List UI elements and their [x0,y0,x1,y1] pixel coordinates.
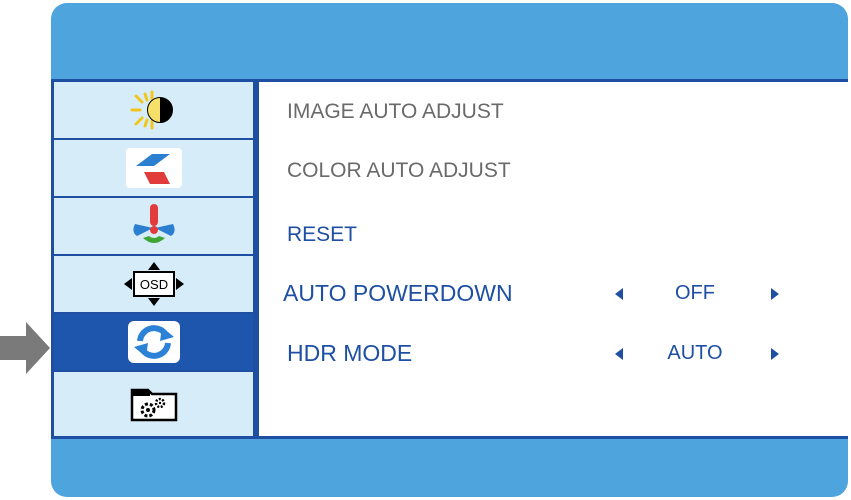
auto-powerdown-value: OFF [675,282,715,304]
auto-powerdown-left-arrow-icon[interactable] [615,288,623,300]
sidebar-item-image[interactable] [54,140,253,196]
menu-item-auto-powerdown[interactable]: AUTO POWERDOWN [283,280,513,307]
extra-reset-icon [126,319,182,365]
hdr-mode-right-arrow-icon[interactable] [771,348,779,360]
brightness-contrast-icon [126,90,182,130]
auto-powerdown-right-arrow-icon[interactable] [771,288,779,300]
selection-pointer-icon [0,322,50,374]
osd-setup-icon: OSD [122,260,186,308]
menu-item-reset[interactable]: RESET [287,223,357,247]
sidebar-item-extra[interactable] [54,314,253,370]
sidebar-item-color[interactable] [54,198,253,254]
misc-settings-icon [128,384,180,424]
osd-menu-window: OSD IMAGE AUTO ADJUST COLOR AUTO ADJUST … [51,3,848,497]
menu-item-image-auto-adjust[interactable]: IMAGE AUTO ADJUST [287,100,504,124]
hdr-mode-left-arrow-icon[interactable] [615,348,623,360]
osd-sidebar: OSD [51,79,256,439]
osd-content-panel: IMAGE AUTO ADJUST COLOR AUTO ADJUST RESE… [256,79,848,439]
menu-item-hdr-mode[interactable]: HDR MODE [287,340,412,367]
image-setup-icon [124,146,184,190]
sidebar-item-brightness[interactable] [54,82,253,138]
sidebar-item-misc[interactable] [54,372,253,436]
sidebar-item-osd[interactable]: OSD [54,256,253,312]
osd-icon-label: OSD [139,277,167,292]
color-setup-icon [129,202,179,250]
menu-item-color-auto-adjust[interactable]: COLOR AUTO ADJUST [287,159,511,183]
hdr-mode-value: AUTO [667,342,723,364]
